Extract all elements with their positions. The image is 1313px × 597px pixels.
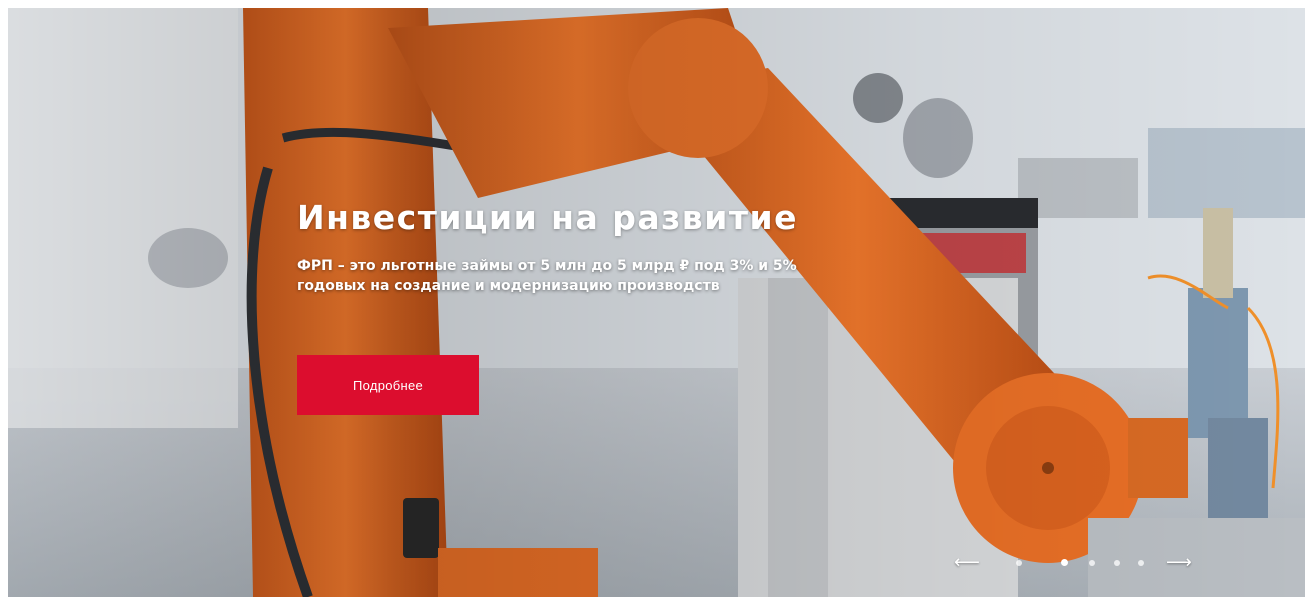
- arrow-right-icon[interactable]: ⟶: [1166, 552, 1192, 576]
- slider-dots: [1016, 559, 1156, 568]
- hero-overlay: [8, 8, 1305, 597]
- slider-dot[interactable]: [1114, 560, 1120, 566]
- slider-dot-active[interactable]: [1061, 559, 1068, 566]
- hero-title: Инвестиции на развитие: [297, 198, 798, 237]
- arrow-left-icon[interactable]: ⟵: [954, 552, 980, 576]
- slider-dot[interactable]: [1016, 560, 1022, 566]
- hero-content: Инвестиции на развитие ФРП – это льготны…: [297, 196, 917, 296]
- hero-subtitle: ФРП – это льготные займы от 5 млн до 5 м…: [297, 258, 797, 294]
- hero-slider: [8, 8, 1305, 597]
- slider-dot[interactable]: [1138, 560, 1144, 566]
- slider-navigation: ⟵ ⟶: [950, 552, 1200, 576]
- slider-dot[interactable]: [1089, 560, 1095, 566]
- more-details-button[interactable]: Подробнее: [297, 355, 479, 415]
